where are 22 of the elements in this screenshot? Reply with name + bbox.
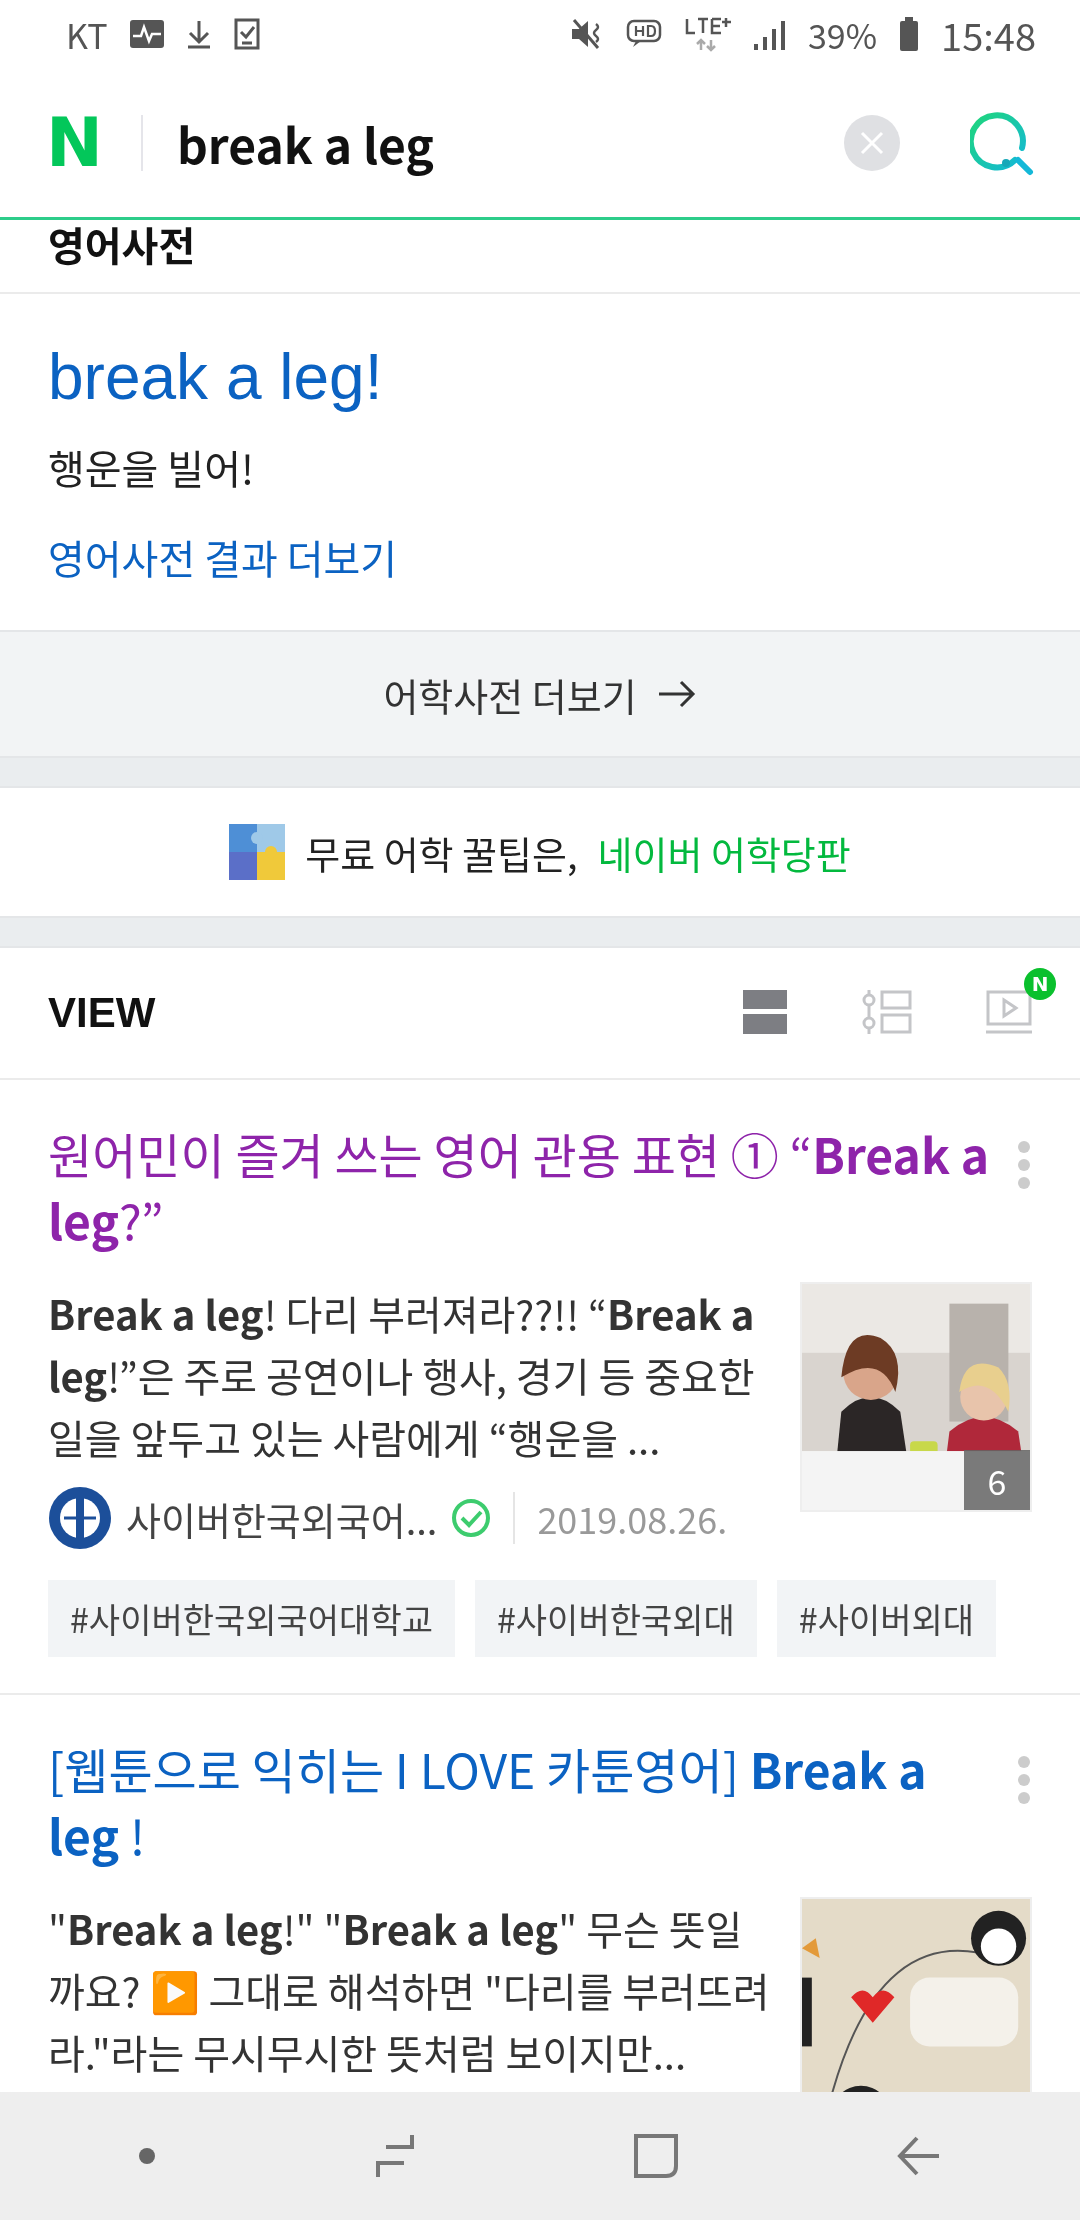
battery-percent: 39% bbox=[808, 9, 878, 59]
article-title[interactable]: [웹툰으로 익히는 I LOVE 카툰영어] Break a leg ! bbox=[48, 1735, 996, 1867]
hashtag-chip[interactable]: #사이버외대 bbox=[776, 1580, 997, 1657]
promo-text: 무료 어학 꿀팁은, bbox=[305, 824, 578, 880]
dictionary-entry[interactable]: break a leg! bbox=[48, 340, 1032, 414]
section-title: 영어사전 bbox=[0, 220, 1080, 294]
entry-meaning: 행운을 빌어! bbox=[48, 438, 255, 496]
hashtag-chip[interactable]: #사이버한국외국어대학교 bbox=[48, 1580, 455, 1657]
post-date: 2019.08.26. bbox=[513, 1492, 728, 1544]
hashtag-chip[interactable]: #사이버한국외대 bbox=[474, 1580, 757, 1657]
more-dictionary-button[interactable]: 어학사전 더보기 bbox=[0, 630, 1080, 758]
carrier-name: KT bbox=[66, 9, 108, 59]
view-title: VIEW bbox=[48, 989, 157, 1037]
clock-time: 15:48 bbox=[941, 6, 1036, 62]
search-field[interactable]: break a leg bbox=[176, 107, 844, 178]
source-name[interactable]: 사이버한국외국어... bbox=[126, 1490, 438, 1546]
article-snippet: Break a leg! 다리 부러져라??!! “Break a leg!”은 주로 공연이나 행사, 경기 등 중요한 일을 앞두고 있는 사람에게 “행운을 ... bbox=[48, 1283, 756, 1468]
article-snippet: "Break a leg!" "Break a leg" 무슨 뜻일까요? ▶ 그대로 해석하면 "다리를 부러뜨려라."라는 무시무시한 뜻처럼 보이지만... bbox=[48, 1898, 770, 2083]
new-badge: N bbox=[1024, 968, 1056, 1000]
more-results-link[interactable]: 영어사전 결과 더보기 bbox=[48, 528, 1032, 586]
image-count: 6 bbox=[964, 1450, 1030, 1510]
article-title[interactable]: 원어민이 즐겨 쓰는 영어 관용 표현 ① “Break a leg?” bbox=[48, 1120, 996, 1252]
